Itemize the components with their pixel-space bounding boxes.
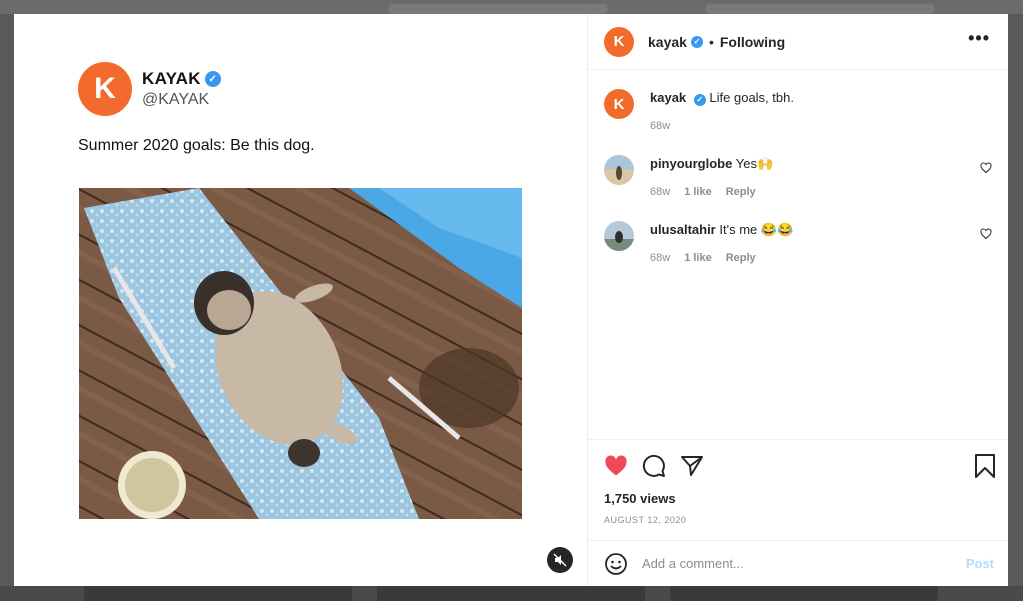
backdrop-search	[388, 4, 608, 14]
verified-icon: ✓	[690, 35, 703, 48]
backdrop-thumb	[670, 586, 938, 601]
comment-age: 68w	[650, 120, 671, 132]
avatar[interactable]: K	[604, 89, 634, 119]
emoji-icon[interactable]	[604, 552, 628, 576]
comments-list[interactable]: K kayak ✓ Life goals, tbh. 68w pinyourgl…	[588, 71, 1008, 439]
separator-dot: •	[708, 33, 714, 50]
tweet-handle: @KAYAK	[142, 91, 210, 108]
avatar[interactable]	[604, 221, 634, 251]
tweet-account-name: KAYAK ✓	[142, 69, 221, 89]
dog-photo	[79, 188, 522, 519]
tweet-header: K KAYAK ✓ @KAYAK	[78, 62, 221, 116]
post-actions: 1,750 views AUGUST 12, 2020	[588, 439, 1008, 525]
backdrop-thumb	[84, 586, 352, 601]
post-modal: K KAYAK ✓ @KAYAK Summer 2020 goals: Be t…	[14, 14, 1008, 586]
comment-composer: Post	[588, 540, 1008, 586]
like-comment-heart-icon[interactable]	[980, 228, 992, 240]
list-item: pinyourglobe Yes🙌 68w 1 like Reply	[604, 155, 992, 201]
comment-text: Yes🙌	[735, 156, 774, 171]
comment-text: Life goals, tbh.	[709, 90, 794, 105]
tweet-text: Summer 2020 goals: Be this dog.	[78, 137, 315, 154]
post-button[interactable]: Post	[966, 556, 994, 571]
comment-icon[interactable]	[642, 454, 666, 478]
backdrop-thumb	[377, 586, 645, 601]
comment-input[interactable]	[642, 556, 942, 571]
post-media[interactable]: K KAYAK ✓ @KAYAK Summer 2020 goals: Be t…	[14, 14, 588, 586]
mute-button[interactable]	[547, 547, 573, 573]
following-button[interactable]: Following	[720, 34, 785, 50]
backdrop-top	[0, 0, 1023, 14]
comment-text: It's me 😂😂	[719, 222, 794, 237]
reply-button[interactable]: Reply	[726, 249, 756, 267]
post-sidebar: K kayak ✓ • Following ••• K kayak ✓ Life…	[588, 14, 1008, 586]
comment-age: 68w	[650, 252, 671, 264]
comment-likes[interactable]: 1 like	[684, 183, 712, 201]
bookmark-icon[interactable]	[974, 454, 996, 478]
verified-icon: ✓	[693, 94, 706, 106]
like-comment-heart-icon[interactable]	[980, 162, 992, 174]
comment-username[interactable]: ulusaltahir	[650, 222, 716, 237]
speaker-muted-icon	[553, 553, 567, 567]
reply-button[interactable]: Reply	[726, 183, 756, 201]
backdrop-bottom	[0, 586, 1023, 601]
post-date: AUGUST 12, 2020	[604, 515, 687, 525]
kayak-logo: K	[78, 62, 132, 116]
like-heart-icon[interactable]	[604, 454, 628, 478]
header-username[interactable]: kayak ✓	[648, 34, 703, 50]
post-header: K kayak ✓ • Following •••	[588, 14, 1008, 70]
comment-username[interactable]: pinyourglobe	[650, 156, 732, 171]
view-count[interactable]: 1,750 views	[604, 491, 676, 506]
verified-icon: ✓	[204, 71, 221, 87]
backdrop-nav-icons	[705, 4, 935, 14]
comment-username[interactable]: kayak	[650, 90, 686, 105]
share-icon[interactable]	[680, 454, 704, 478]
tweet-name-text: KAYAK	[142, 69, 201, 88]
header-username-text[interactable]: kayak	[648, 34, 687, 50]
comment-likes[interactable]: 1 like	[684, 249, 712, 267]
more-options-icon[interactable]: •••	[968, 28, 990, 49]
comment-age: 68w	[650, 186, 671, 198]
caption: K kayak ✓ Life goals, tbh. 68w	[604, 89, 992, 135]
list-item: ulusaltahir It's me 😂😂 68w 1 like Reply	[604, 221, 992, 267]
avatar[interactable]	[604, 155, 634, 185]
avatar[interactable]: K	[604, 26, 634, 57]
